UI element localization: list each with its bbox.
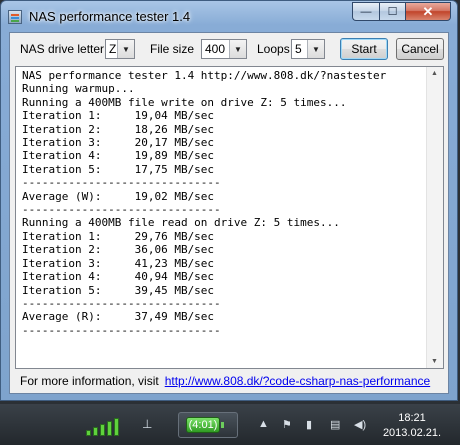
app-window: NAS performance tester 1.4 — ☐ ✕ NAS dri… — [0, 0, 458, 401]
log-line: ------------------------------ — [22, 176, 221, 190]
file-size-select[interactable]: 400 ▼ — [201, 39, 247, 59]
log-line: Running a 400MB file read on drive Z: 5 … — [22, 216, 340, 230]
log-line: Iteration 3: 41,23 MB/sec — [22, 256, 215, 270]
cancel-button[interactable]: Cancel — [396, 38, 444, 60]
log-line: Iteration 4: 40,94 MB/sec — [22, 270, 215, 284]
network-icon[interactable]: ▤ — [330, 418, 340, 431]
log-line: Iteration 3: 20,17 MB/sec — [22, 136, 215, 150]
action-center-flag-icon[interactable]: ⚑ — [282, 418, 292, 431]
vertical-scrollbar[interactable]: ▲ ▼ — [426, 67, 443, 368]
log-line: ------------------------------ — [22, 323, 221, 337]
chevron-down-icon[interactable]: ▼ — [307, 40, 324, 58]
loops-label: Loops — [257, 42, 290, 56]
taskbar: ⊥ (4:01) ▲ ⚑ ▮ ▤ ◀) 18:21 2013.02.21. — [0, 404, 460, 445]
close-button[interactable]: ✕ — [405, 2, 451, 21]
battery-indicator[interactable]: (4:01) — [178, 412, 238, 438]
antenna-icon[interactable]: ⊥ — [142, 417, 154, 433]
app-icon — [8, 10, 22, 24]
clock-time: 18:21 — [398, 412, 426, 424]
log-line: Running warmup... — [22, 82, 135, 96]
output-log: NAS performance tester 1.4 http://www.80… — [22, 69, 427, 337]
file-size-label: File size — [150, 42, 195, 56]
log-line: Average (R): 37,49 MB/sec — [22, 310, 215, 324]
drive-letter-select[interactable]: Z ▼ — [105, 39, 135, 59]
log-line: ------------------------------ — [22, 203, 221, 217]
log-line: Iteration 5: 17,75 MB/sec — [22, 162, 215, 176]
volume-icon[interactable]: ◀) — [354, 418, 366, 431]
drive-letter-label: NAS drive letter — [20, 42, 105, 56]
loops-select[interactable]: 5 ▼ — [291, 39, 325, 59]
info-link[interactable]: http://www.808.dk/?code-csharp-nas-perfo… — [165, 374, 430, 388]
battery-tray-icon[interactable]: ▮ — [306, 418, 312, 431]
file-size-value: 400 — [205, 42, 226, 56]
chevron-down-icon[interactable]: ▼ — [229, 40, 246, 58]
chevron-down-icon[interactable]: ▼ — [117, 40, 134, 58]
battery-icon — [221, 422, 224, 428]
log-line: NAS performance tester 1.4 http://www.80… — [22, 69, 387, 82]
footer-text: For more information, visit — [20, 374, 159, 388]
footer: For more information, visit http://www.80… — [20, 374, 430, 388]
signal-strength-icon[interactable] — [86, 416, 128, 436]
log-line: Iteration 2: 36,06 MB/sec — [22, 243, 215, 257]
scroll-up-icon[interactable]: ▲ — [431, 70, 438, 77]
log-line: Iteration 5: 39,45 MB/sec — [22, 283, 215, 297]
start-button[interactable]: Start — [340, 38, 388, 60]
window-controls: — ☐ ✕ — [352, 2, 451, 22]
tray-arrow-icon[interactable]: ▲ — [258, 418, 269, 430]
log-line: Iteration 2: 18,26 MB/sec — [22, 122, 215, 136]
scroll-down-icon[interactable]: ▼ — [431, 358, 438, 365]
log-line: ------------------------------ — [22, 296, 221, 310]
log-line: Average (W): 19,02 MB/sec — [22, 189, 215, 203]
log-line: Iteration 1: 19,04 MB/sec — [22, 109, 215, 123]
title-bar[interactable]: NAS performance tester 1.4 — ☐ ✕ — [1, 1, 457, 31]
clock-date: 2013.02.21. — [382, 427, 442, 439]
minimize-button[interactable]: — — [352, 2, 379, 21]
window-title: NAS performance tester 1.4 — [29, 9, 191, 24]
settings-toolbar: NAS drive letter Z ▼ File size 400 ▼ Loo… — [10, 33, 448, 63]
output-textbox[interactable]: NAS performance tester 1.4 http://www.80… — [15, 66, 444, 369]
loops-value: 5 — [295, 42, 302, 56]
log-line: Iteration 4: 19,89 MB/sec — [22, 149, 215, 163]
maximize-button[interactable]: ☐ — [379, 2, 405, 21]
log-line: Running a 400MB file write on drive Z: 5… — [22, 95, 347, 109]
drive-letter-value: Z — [109, 42, 117, 56]
client-area: NAS drive letter Z ▼ File size 400 ▼ Loo… — [9, 32, 449, 394]
battery-time: (4:01) — [186, 417, 220, 433]
taskbar-clock[interactable]: 18:21 2013.02.21. — [382, 411, 442, 441]
log-line: Iteration 1: 29,76 MB/sec — [22, 229, 215, 243]
